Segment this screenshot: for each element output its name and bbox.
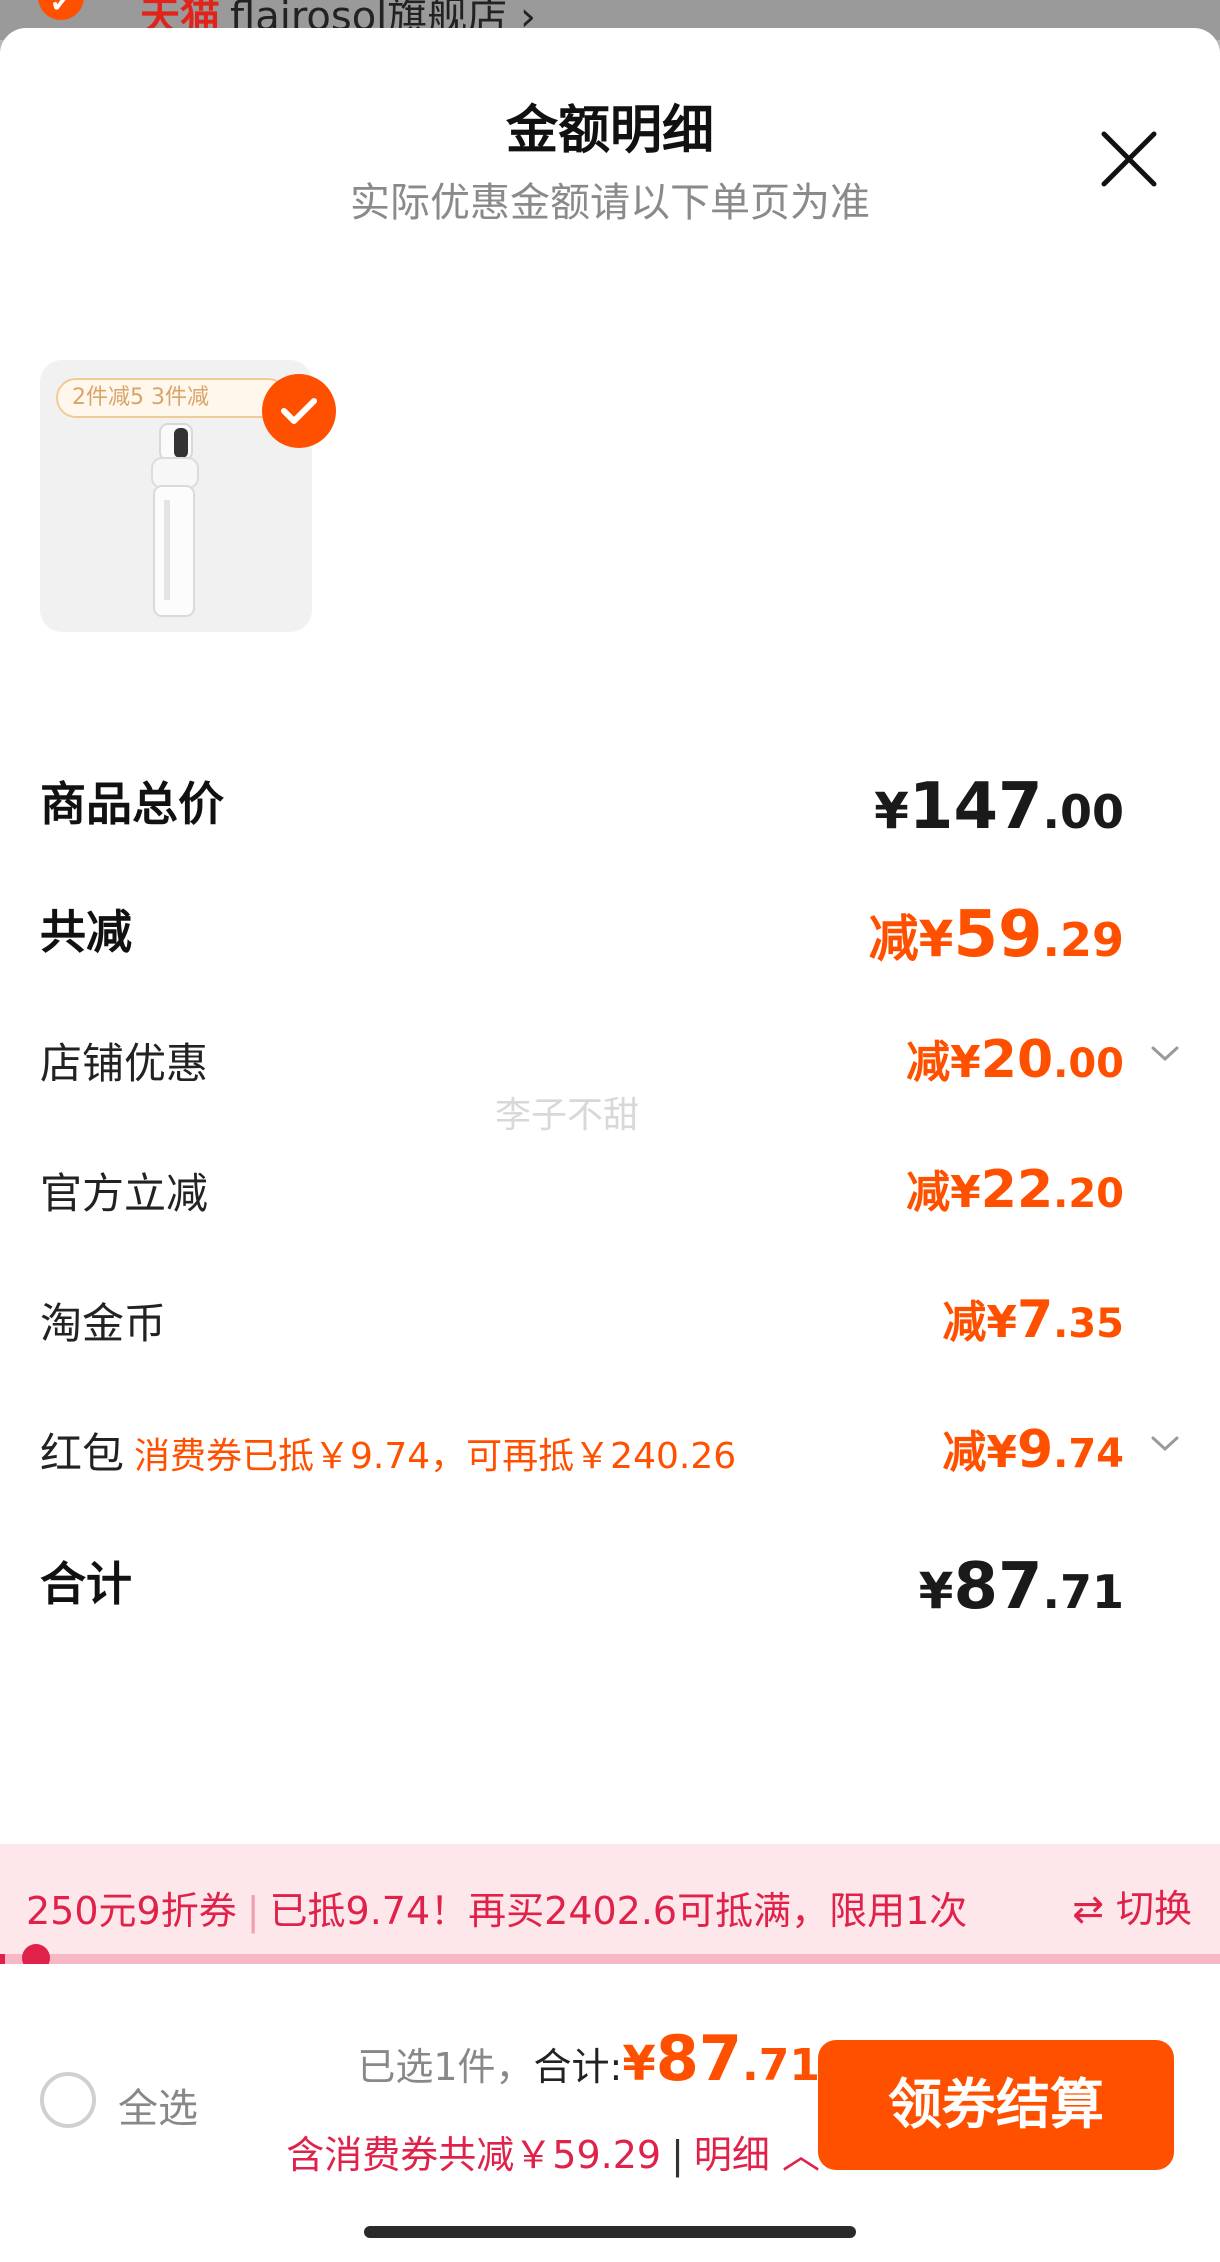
yen: ¥ [918, 1562, 954, 1620]
yen: ¥ [622, 2036, 656, 2092]
total-price-value: ¥147.00 [874, 770, 1124, 844]
switch-coupon-button[interactable]: ⇄ 切换 [1072, 1878, 1192, 1933]
chevron-up-icon[interactable]: ︿ [770, 2133, 820, 2177]
chevron-down-icon[interactable] [1150, 1434, 1180, 1454]
yen: ¥ [950, 1037, 981, 1088]
yen: ¥ [986, 1427, 1017, 1478]
coupon-progress-track [0, 1954, 1220, 1964]
int: 20 [980, 1030, 1054, 1090]
close-icon[interactable] [1094, 124, 1164, 194]
official-discount-value: 减¥22.20 [906, 1156, 1124, 1220]
taojinbi-label: 淘金币 [40, 1299, 167, 1348]
red-packet-title: 红包 [40, 1429, 125, 1478]
divider: | [246, 1889, 260, 1933]
coupon-info: 250元9折券 | 已抵9.74！再买2402.6可抵满，限用1次 [26, 1880, 967, 1935]
prefix: 减 [868, 910, 919, 968]
checkout-footer: 全选 已选1件，合计:¥87.71 含消费券共减￥59.29 | 明细 ︿ 领券结算 [0, 1964, 1220, 2262]
int: 22 [980, 1160, 1054, 1220]
divider: | [671, 2133, 684, 2177]
store-discount-value: 减¥20.00 [906, 1026, 1124, 1090]
red-packet-value: 减¥9.74 [942, 1416, 1124, 1480]
selected-count: 已选1件， [357, 2045, 534, 2089]
chevron-down-icon[interactable] [1150, 1044, 1180, 1064]
total-discount-label: 共减 [40, 905, 132, 959]
detail-link[interactable]: 明细 [694, 2133, 770, 2177]
sum-label: 合计 [40, 1557, 132, 1611]
promo-tag: 2件减5 3件减 [56, 378, 288, 418]
red-packet-note: 消费券已抵￥9.74，可再抵￥240.26 [134, 1436, 737, 1477]
yen: ¥ [986, 1297, 1017, 1348]
selection-summary: 已选1件，合计:¥87.71 [357, 2022, 820, 2095]
int: 147 [908, 770, 1043, 844]
taojinbi-value: 减¥7.35 [942, 1286, 1124, 1350]
prefix: 减 [942, 1427, 987, 1478]
switch-label: 切换 [1115, 1887, 1192, 1931]
store-discount-label: 店铺优惠 [40, 1039, 209, 1088]
watermark: 李子不甜 [495, 1095, 640, 1136]
sheet-title: 金额明细 [505, 101, 714, 161]
savings-summary[interactable]: 含消费券共减￥59.29 | 明细 ︿ [286, 2124, 820, 2179]
int: 87 [953, 1550, 1043, 1624]
yen: ¥ [918, 910, 954, 968]
int: 87 [655, 2022, 743, 2095]
total-price-label: 商品总价 [40, 777, 224, 831]
int: 9 [1016, 1420, 1054, 1480]
dec: .29 [1042, 913, 1125, 967]
yen: ¥ [950, 1167, 981, 1218]
dec: .00 [1042, 785, 1125, 839]
coupon-bar: 250元9折券 | 已抵9.74！再买2402.6可抵满，限用1次 ⇄ 切换 [0, 1844, 1220, 1962]
coupon-name: 250元9折券 [26, 1889, 237, 1933]
dec: .74 [1053, 1431, 1124, 1477]
total-label: 合计: [533, 2045, 623, 2089]
home-indicator [364, 2226, 856, 2238]
footer-total-price: ¥87.71 [622, 2022, 820, 2095]
red-packet-label: 红包 消费券已抵￥9.74，可再抵￥240.26 [40, 1420, 736, 1481]
sum-value: ¥87.71 [919, 1550, 1124, 1624]
dec: .00 [1053, 1041, 1124, 1087]
store-check-icon: ✔ [38, 0, 84, 20]
dec: .20 [1053, 1171, 1124, 1217]
check-icon [281, 398, 317, 424]
prefix: 减 [906, 1037, 951, 1088]
int: 7 [1016, 1290, 1054, 1350]
select-all-label[interactable]: 全选 [118, 2076, 198, 2134]
official-discount-label: 官方立减 [40, 1169, 209, 1218]
int: 59 [953, 898, 1043, 972]
select-all-radio[interactable] [40, 2072, 96, 2128]
spray-bottle-icon [151, 423, 199, 617]
coupon-progress-fill [0, 1954, 5, 1964]
dec: .71 [1042, 1565, 1125, 1619]
coupon-detail: 已抵9.74！再买2402.6可抵满，限用1次 [269, 1889, 968, 1933]
switch-icon: ⇄ [1072, 1887, 1116, 1931]
selected-check-badge [262, 374, 336, 448]
prefix: 减 [906, 1167, 951, 1218]
prefix: 减 [942, 1297, 987, 1348]
dec: .71 [742, 2040, 820, 2091]
yen: ¥ [874, 782, 909, 840]
checkout-button[interactable]: 领券结算 [818, 2040, 1174, 2170]
sheet-subtitle: 实际优惠金额请以下单页为准 [350, 180, 870, 226]
total-discount-value: 减¥59.29 [869, 898, 1124, 972]
savings-text: 含消费券共减￥59.29 [286, 2133, 662, 2177]
dec: .35 [1053, 1301, 1124, 1347]
